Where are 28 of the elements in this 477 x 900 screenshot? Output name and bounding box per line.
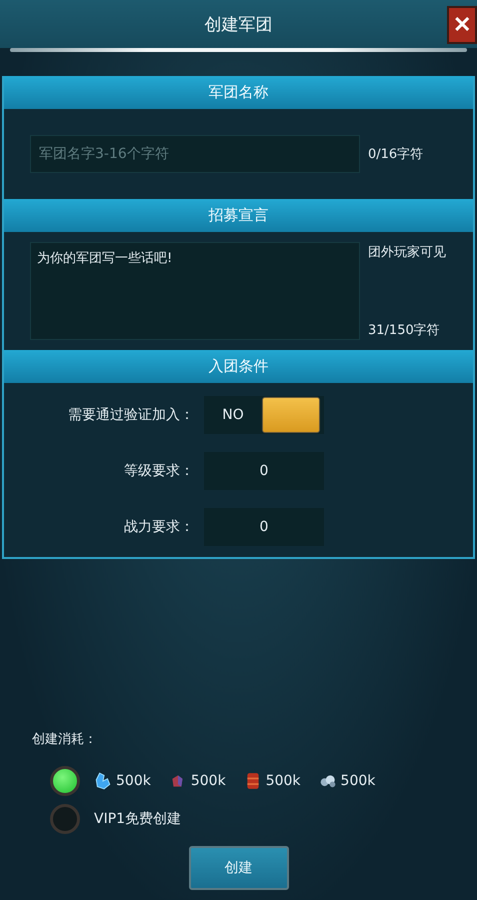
character-counter: 0/16字符 [368, 146, 424, 163]
condition-label: 战力要求： [123, 518, 195, 536]
condition-label: 需要通过验证加入： [67, 406, 195, 424]
resource-amount: 500k [266, 773, 301, 789]
resource-amount: 500k [340, 773, 376, 789]
toggle-knob[interactable] [262, 397, 320, 433]
number-field[interactable]: 0 [204, 452, 324, 490]
section-title: 军团名称 [208, 83, 268, 102]
name-input-field[interactable]: 军团名字3-16个字符 [30, 135, 360, 173]
slogan-text-area[interactable]: 为你的军团写一些话吧! [30, 242, 360, 340]
verification-toggle[interactable]: NO [204, 396, 324, 434]
section-title: 入团条件 [208, 357, 268, 376]
close-button[interactable]: ✕ [447, 6, 477, 44]
visibility-note: 团外玩家可见 [368, 244, 446, 261]
number-field[interactable]: 0 [204, 508, 324, 546]
condition-label: 等级要求： [123, 462, 195, 480]
resource-amount: 500k [116, 773, 151, 789]
create-button[interactable]: 创建 [188, 846, 288, 890]
radio-button[interactable] [50, 804, 80, 834]
section-title: 招募宣言 [208, 206, 268, 225]
radio-button[interactable] [50, 766, 80, 796]
crystal-icon [94, 772, 112, 790]
character-counter: 31/150字符 [368, 322, 441, 339]
toggle-label: NO [221, 407, 245, 423]
window-title: 创建军团 [204, 14, 272, 36]
resource-amount: 500k [190, 773, 226, 789]
option-label: VIP1免费创建 [94, 810, 182, 828]
cost-label: 创建消耗： [32, 731, 98, 748]
